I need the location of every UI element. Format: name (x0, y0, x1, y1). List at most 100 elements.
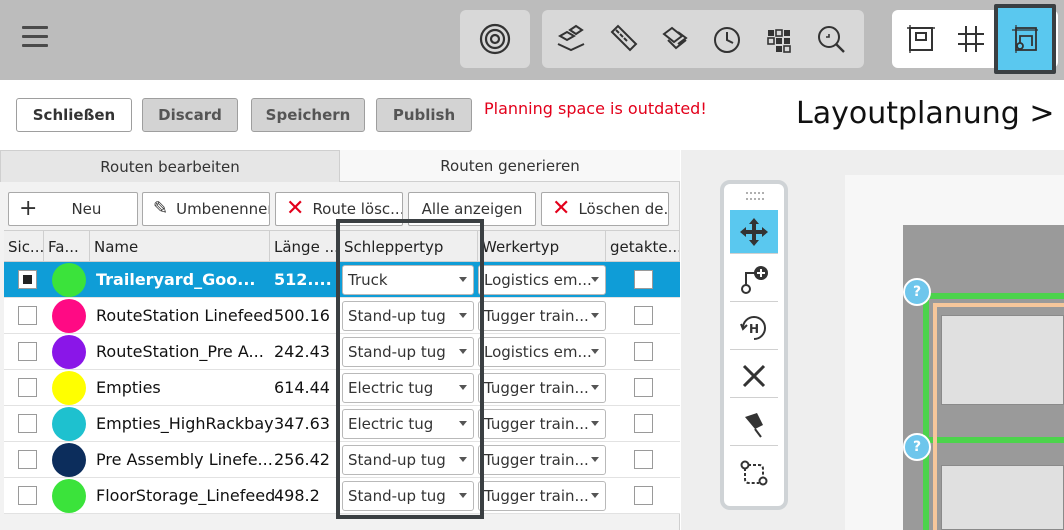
visibility-checkbox[interactable] (18, 414, 37, 433)
visibility-checkbox[interactable] (18, 270, 37, 289)
publish-button[interactable]: Publish (376, 98, 472, 132)
route-color-swatch[interactable] (52, 335, 86, 369)
show-all-button[interactable]: Alle anzeigen (408, 192, 536, 226)
chevron-down-icon (591, 457, 599, 462)
plus-icon: + (19, 196, 38, 221)
visibility-checkbox[interactable] (18, 378, 37, 397)
route-station-marker[interactable]: ? (903, 278, 931, 306)
rotate-h-icon[interactable]: H (730, 306, 778, 350)
route-color-swatch[interactable] (52, 371, 86, 405)
col-color[interactable]: Fa... (44, 231, 90, 262)
table-row[interactable]: Empties_HighRackbay 347.63 Electric tug Tug… (4, 406, 680, 442)
tug-type-select[interactable]: Stand-up tug (342, 301, 474, 331)
table-row[interactable]: Empties 614.44 Electric tug Tugger train... (4, 370, 680, 406)
clocked-checkbox[interactable] (634, 378, 653, 397)
move-icon[interactable] (730, 210, 778, 254)
drag-grip[interactable] (746, 192, 764, 200)
table-row[interactable]: Pre Assembly Linefe... 256.42 Stand-up tug… (4, 442, 680, 478)
table-header: Sic... Fa... Name Länge ... Schleppertyp… (4, 230, 680, 262)
route-line (923, 293, 1064, 299)
cut-icon[interactable] (730, 354, 778, 398)
worker-type-select[interactable]: Tugger train... (478, 409, 606, 439)
stations-icon[interactable] (550, 18, 592, 60)
tab-edit-routes[interactable]: Routen bearbeiten (0, 150, 340, 182)
col-tug-type[interactable]: Schleppertyp (340, 231, 478, 262)
route-color-swatch[interactable] (52, 479, 86, 513)
tab-generate-routes[interactable]: Routen generieren (340, 150, 680, 182)
table-row[interactable]: FloorStorage_Linefeed 498.2 Stand-up tug Tu… (4, 478, 680, 514)
tug-type-value: Stand-up tug (348, 487, 446, 505)
clocked-checkbox[interactable] (634, 450, 653, 469)
grid-icon[interactable] (950, 18, 992, 60)
clocked-checkbox[interactable] (634, 486, 653, 505)
chevron-down-icon (591, 385, 599, 390)
clocked-checkbox[interactable] (634, 270, 653, 289)
clocked-checkbox[interactable] (634, 306, 653, 325)
clocked-checkbox[interactable] (634, 342, 653, 361)
tug-type-select[interactable]: Electric tug (342, 373, 474, 403)
ruler-icon[interactable] (602, 18, 644, 60)
route-color-swatch[interactable] (52, 407, 86, 441)
visibility-checkbox[interactable] (18, 306, 37, 325)
tug-type-select[interactable]: Stand-up tug (342, 481, 474, 511)
route-shape-icon[interactable] (730, 450, 778, 494)
col-name[interactable]: Name (90, 231, 270, 262)
layout-canvas[interactable]: ? ? (845, 175, 1064, 530)
col-clocked[interactable]: getakte... (606, 231, 680, 262)
tug-type-select[interactable]: Electric tug (342, 409, 474, 439)
layers-icon[interactable] (654, 18, 696, 60)
route-name: Empties_HighRackbay (96, 414, 274, 433)
route-length: 614.44 (274, 378, 330, 397)
visibility-checkbox[interactable] (18, 450, 37, 469)
route-color-swatch[interactable] (52, 299, 86, 333)
col-visible[interactable]: Sic... (4, 231, 44, 262)
action-row: Schließen Discard Speichern Publish Plan… (0, 80, 1064, 150)
delete-route-button[interactable]: ✕ Route lösc... (275, 192, 403, 226)
rename-route-button[interactable]: ✎ Umbenennen (142, 192, 270, 226)
visibility-checkbox[interactable] (18, 486, 37, 505)
chevron-down-icon (591, 349, 599, 354)
table-row[interactable]: RouteStation_Pre A... 242.43 Stand-up tug L… (4, 334, 680, 370)
route-color-swatch[interactable] (52, 263, 86, 297)
tug-type-value: Stand-up tug (348, 451, 446, 469)
worker-type-select[interactable]: Tugger train... (478, 373, 606, 403)
table-row[interactable]: Traileryard_Goo... 512.... Truck Logistics … (4, 262, 680, 298)
toolbar-group-tools (542, 10, 864, 68)
worker-type-select[interactable]: Tugger train... (478, 481, 606, 511)
clock-icon[interactable] (706, 18, 748, 60)
tug-type-select[interactable]: Stand-up tug (342, 445, 474, 475)
zoom-icon[interactable] (810, 18, 852, 60)
layout-block-2[interactable] (941, 465, 1064, 530)
worker-type-select[interactable]: Tugger train... (478, 301, 606, 331)
tug-type-select[interactable]: Stand-up tug (342, 337, 474, 367)
visibility-checkbox[interactable] (18, 342, 37, 361)
route-station-marker-2[interactable]: ? (903, 433, 931, 461)
route-icon[interactable] (994, 4, 1056, 74)
table-row[interactable]: RouteStation Linefeed 500.16 Stand-up tug T… (4, 298, 680, 334)
close-button[interactable]: Schließen (16, 98, 132, 132)
col-length[interactable]: Länge ... (270, 231, 340, 262)
worker-type-select[interactable]: Tugger train... (478, 445, 606, 475)
new-route-button[interactable]: + Neu (8, 192, 138, 226)
discard-button[interactable]: Discard (142, 98, 238, 132)
tug-type-value: Electric tug (348, 379, 434, 397)
delete-other-button[interactable]: ✕ Löschen de... (541, 192, 669, 226)
chevron-down-icon (591, 277, 599, 282)
grid-dots-icon[interactable] (758, 18, 800, 60)
route-name: Pre Assembly Linefe... (96, 450, 273, 469)
hamburger-icon[interactable] (22, 26, 48, 50)
worker-type-select[interactable]: Logistics em... (478, 265, 606, 295)
worker-type-select[interactable]: Logistics em... (478, 337, 606, 367)
pin-icon[interactable] (730, 402, 778, 446)
tug-type-value: Stand-up tug (348, 307, 446, 325)
tug-type-select[interactable]: Truck (342, 265, 474, 295)
route-length: 498.2 (274, 486, 320, 505)
target-icon[interactable] (474, 18, 516, 60)
route-color-swatch[interactable] (52, 443, 86, 477)
save-button[interactable]: Speichern (251, 98, 365, 132)
layout-block[interactable] (941, 315, 1064, 405)
frame-icon[interactable] (900, 18, 942, 60)
col-worker-type[interactable]: Werkertyp (478, 231, 606, 262)
clocked-checkbox[interactable] (634, 414, 653, 433)
add-route-icon[interactable] (730, 258, 778, 302)
